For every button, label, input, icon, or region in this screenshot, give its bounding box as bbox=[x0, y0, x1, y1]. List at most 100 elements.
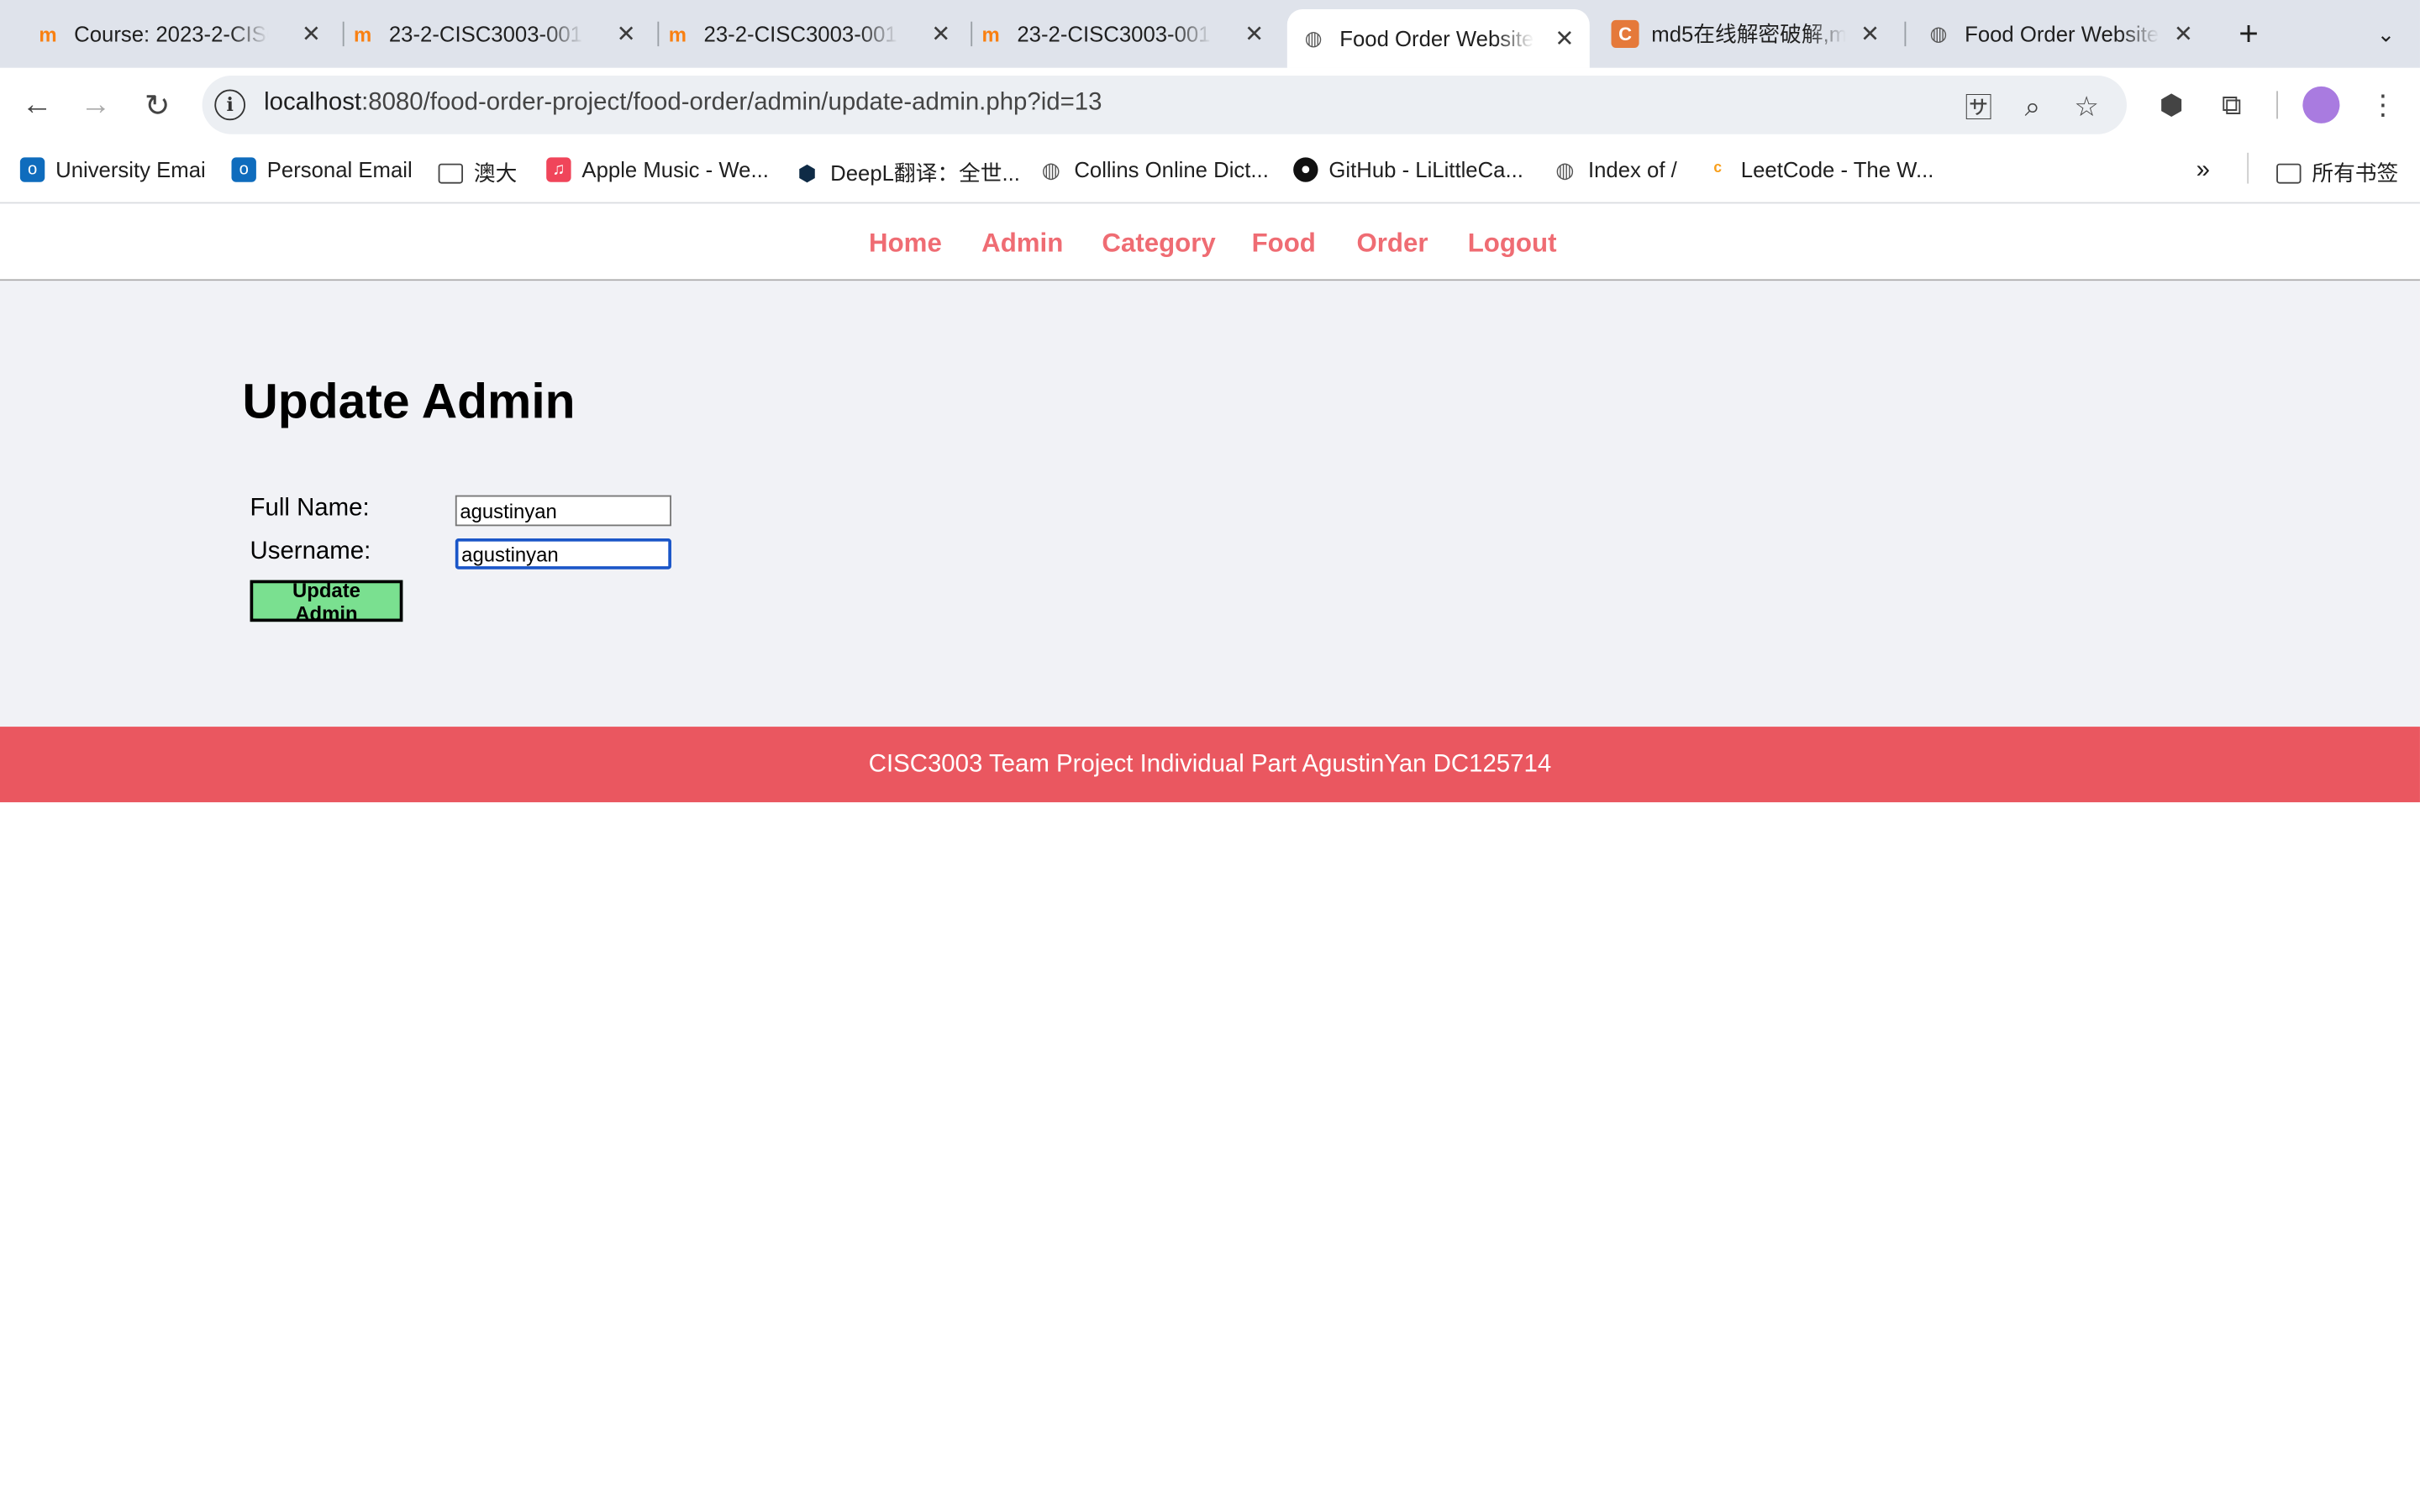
tab-title: 23-2-CISC3003-001 bbox=[1017, 21, 1211, 47]
tab-separator bbox=[1904, 21, 1907, 47]
site-nav: Home Admin Category Food Order Logout bbox=[0, 203, 2420, 281]
github-icon: ● bbox=[1293, 157, 1318, 182]
bookmark-item[interactable]: ⬢ DeepL翻译：全世... bbox=[795, 157, 1020, 188]
bookmark-item[interactable]: o Personal Email bbox=[231, 157, 413, 182]
new-tab-button[interactable]: + bbox=[2227, 9, 2270, 59]
extension-icon[interactable]: ⬢ bbox=[2150, 83, 2193, 126]
moodle-icon: m bbox=[39, 22, 57, 46]
browser-tab[interactable]: m 23-2-CISC3003-001 ✕ bbox=[977, 9, 1280, 59]
browser-tab[interactable]: ◍ Food Order Website ✕ bbox=[1924, 9, 2208, 59]
bookmark-label: DeepL翻译：全世... bbox=[830, 160, 1020, 186]
footer-text: CISC3003 Team Project Individual Part Ag… bbox=[868, 750, 1552, 777]
nav-link-food[interactable]: Food bbox=[1252, 228, 1316, 260]
menu-icon[interactable]: ⋮ bbox=[2361, 83, 2404, 126]
username-input[interactable] bbox=[455, 538, 671, 570]
nav-link-logout[interactable]: Logout bbox=[1468, 228, 1557, 260]
outlook-icon: o bbox=[231, 157, 256, 182]
close-icon[interactable]: ✕ bbox=[931, 20, 950, 48]
apple-music-icon: ♫ bbox=[546, 157, 571, 182]
arrow-right-icon: → bbox=[80, 87, 112, 122]
browser-tab[interactable]: m Course: 2023-2-CISC3003-001 ✕ bbox=[34, 9, 336, 59]
browser-tab-bar: m Course: 2023-2-CISC3003-001 ✕ m 23-2-C… bbox=[0, 0, 2420, 68]
tab-separator bbox=[971, 21, 973, 47]
browser-toolbar: ← → ↻ i localhost:8080/food-order-projec… bbox=[0, 67, 2420, 142]
toolbar-divider bbox=[2275, 91, 2278, 119]
tab-search-button[interactable]: ⌄ bbox=[2365, 9, 2407, 59]
browser-tab[interactable]: m 23-2-CISC3003-001 ✕ bbox=[349, 9, 651, 59]
more-bookmarks-button[interactable]: » bbox=[2196, 157, 2210, 185]
bookmark-label: Index of / bbox=[1587, 157, 1677, 182]
bookmark-label: Personal Email bbox=[266, 157, 413, 182]
bookmark-label: GitHub - LiLittleCa... bbox=[1328, 157, 1523, 182]
bookmark-item[interactable]: ◍ Index of / bbox=[1553, 156, 1677, 182]
close-icon[interactable]: ✕ bbox=[1555, 24, 1574, 52]
bookmarks-bar: o University Emai o Personal Email 澳大 ♫ App… bbox=[0, 141, 2420, 204]
bookmark-label: LeetCode - The W... bbox=[1740, 157, 1934, 182]
forward-button[interactable]: → bbox=[71, 81, 120, 130]
star-icon[interactable]: ☆ bbox=[2068, 88, 2105, 125]
leetcode-icon: ᶜ bbox=[1713, 157, 1723, 182]
update-admin-button[interactable]: Update Admin bbox=[250, 578, 403, 624]
tab-title: 23-2-CISC3003-001 bbox=[703, 21, 897, 47]
web-page: Home Admin Category Food Order Logout Up… bbox=[0, 203, 2420, 1512]
globe-icon: ◍ bbox=[1304, 26, 1323, 50]
browser-tab[interactable]: m 23-2-CISC3003-001 ✕ bbox=[664, 9, 966, 59]
globe-icon: ◍ bbox=[1929, 21, 1948, 45]
bookmark-item[interactable]: ● GitHub - LiLittleCa... bbox=[1293, 157, 1523, 182]
site-info-icon[interactable]: i bbox=[214, 89, 246, 121]
nav-link-home[interactable]: Home bbox=[869, 228, 942, 260]
bookmark-label: Apple Music - We... bbox=[581, 157, 769, 182]
bookmark-label: 澳大 bbox=[473, 160, 518, 186]
moodle-icon: m bbox=[981, 22, 1000, 46]
outlook-icon: o bbox=[19, 157, 45, 182]
back-button[interactable]: ← bbox=[13, 81, 62, 130]
nav-link-category[interactable]: Category bbox=[1102, 228, 1215, 260]
bookmark-folder[interactable]: 澳大 bbox=[438, 157, 518, 188]
reload-button[interactable]: ↻ bbox=[133, 81, 182, 130]
tab-title: md5在线解密破解,md5 bbox=[1651, 21, 1846, 47]
tab-separator bbox=[657, 21, 660, 47]
bookmark-item[interactable]: ◍ Collins Online Dict... bbox=[1039, 156, 1269, 182]
close-icon[interactable]: ✕ bbox=[302, 20, 321, 48]
page-title: Update Admin bbox=[242, 373, 576, 429]
address-bar[interactable]: i localhost:8080/food-order-project/food… bbox=[202, 75, 2127, 134]
full-name-input[interactable] bbox=[455, 495, 671, 527]
nav-link-admin[interactable]: Admin bbox=[981, 228, 1063, 260]
bookmark-item[interactable]: ♫ Apple Music - We... bbox=[546, 157, 769, 182]
close-icon[interactable]: ✕ bbox=[2174, 20, 2193, 48]
tab-title: Food Order Website bbox=[1339, 26, 1534, 51]
url-host: localhost bbox=[264, 89, 362, 116]
folder-icon bbox=[2276, 162, 2302, 183]
translate-icon[interactable]: 🈂 bbox=[1960, 88, 1997, 125]
browser-tab-active[interactable]: ◍ Food Order Website ✕ bbox=[1286, 9, 1590, 68]
moodle-icon: m bbox=[668, 22, 687, 46]
close-icon[interactable]: ✕ bbox=[1244, 20, 1264, 48]
nav-link-order[interactable]: Order bbox=[1356, 228, 1428, 260]
all-bookmarks-label: 所有书签 bbox=[2312, 160, 2399, 186]
tab-separator bbox=[342, 21, 345, 47]
tab-title: 23-2-CISC3003-001 bbox=[388, 21, 582, 47]
bookmark-item[interactable]: ᶜ LeetCode - The W... bbox=[1706, 157, 1934, 182]
tab-title: Course: 2023-2-CISC3003-001 bbox=[74, 21, 268, 47]
avatar[interactable] bbox=[2300, 83, 2343, 126]
username-label: Username: bbox=[250, 538, 371, 565]
close-icon[interactable]: ✕ bbox=[1860, 20, 1880, 48]
bookmark-item[interactable]: o University Emai bbox=[19, 157, 206, 182]
puzzle-icon[interactable]: ⧉ bbox=[2210, 83, 2253, 126]
globe-icon: ◍ bbox=[1555, 156, 1575, 181]
zoom-icon[interactable]: ⌕ bbox=[2014, 88, 2051, 125]
all-bookmarks-button[interactable]: 所有书签 bbox=[2276, 157, 2398, 188]
bookmark-label: Collins Online Dict... bbox=[1074, 157, 1269, 182]
cmd5-icon: C bbox=[1611, 19, 1639, 48]
deepl-icon: ⬢ bbox=[797, 160, 817, 185]
url-text[interactable]: localhost:8080/food-order-project/food-o… bbox=[264, 90, 1102, 118]
main-content: Update Admin Full Name: Username: Update… bbox=[0, 281, 2420, 727]
moodle-icon: m bbox=[354, 22, 372, 46]
browser-tab[interactable]: C md5在线解密破解,md5 ✕ bbox=[1611, 9, 1896, 59]
bookmarks-divider bbox=[2247, 152, 2249, 184]
close-icon[interactable]: ✕ bbox=[617, 20, 636, 48]
bookmark-label: University Emai bbox=[55, 157, 206, 182]
arrow-left-icon: ← bbox=[21, 87, 53, 122]
chevron-down-icon: ⌄ bbox=[2376, 20, 2396, 46]
footer: CISC3003 Team Project Individual Part Ag… bbox=[0, 727, 2420, 803]
